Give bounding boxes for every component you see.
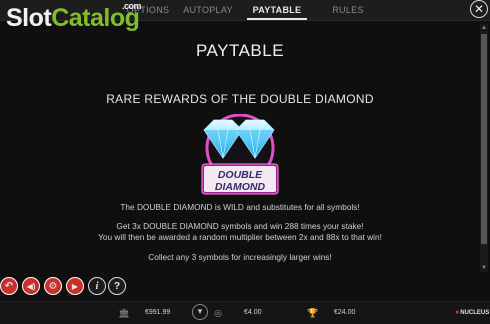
win-value: €24.00 [334,309,356,316]
bank-icon: 🏛 [118,308,130,318]
chevron-down-icon: ▼ [196,307,204,316]
back-button[interactable]: ↶ [0,277,18,295]
close-icon: ✕ [473,2,485,16]
back-icon: ↶ [4,280,14,292]
symbol-label-line1: DOUBLE [218,169,263,181]
brand-logo: ●NUCLEUS [455,302,489,324]
section-title: RARE REWARDS OF THE DOUBLE DIAMOND [106,92,374,106]
sound-button[interactable]: ◀) [22,277,40,295]
watermark-logo: SlotCatalog .com [6,2,142,32]
double-diamond-icon: DOUBLE DIAMOND [201,113,279,195]
watermark-suffix: .com [122,1,142,11]
sound-icon: ◀) [26,281,36,291]
tab-autoplay[interactable]: AUTOPLAY [178,0,238,20]
paytable-line-3: You will then be awarded a random multip… [98,232,382,242]
play-icon: ▶ [71,281,79,291]
settings-button[interactable]: ⚙ [44,277,62,295]
balance-value: €991.99 [145,309,171,316]
scroll-down-icon[interactable]: ▼ [480,264,488,272]
scroll-thumb[interactable] [481,34,487,244]
paytable-line-4: Collect any 3 symbols for increasingly l… [148,252,332,262]
coins-icon: ◎ [214,308,222,318]
bet-selector-button[interactable]: ▼ [192,304,208,320]
paytable-line-2: Get 3x DOUBLE DIAMOND symbols and win 28… [116,221,364,231]
brand-name: NUCLEUS [460,310,490,316]
tab-paytable[interactable]: PAYTABLE [247,0,307,20]
help-icon: ? [113,280,121,292]
scrollbar[interactable]: ▲ ▼ [480,24,488,272]
symbol-label-line2: DIAMOND [215,181,266,193]
watermark-part1: Slot [6,4,52,32]
brand-dot-icon: ● [455,309,460,316]
tab-rules[interactable]: RULES [318,0,378,20]
help-button[interactable]: ? [108,277,126,295]
bottom-info-bar: 🏛 €991.99 ▼ ◎ €4.00 🏆 €24.00 ●NUCLEUS [0,301,490,324]
bet-value: €4.00 [244,309,262,316]
scroll-up-icon[interactable]: ▲ [480,24,488,32]
double-diamond-symbol: DOUBLE DIAMOND [192,113,288,196]
play-button[interactable]: ▶ [66,277,84,295]
gear-icon: ⚙ [48,280,58,292]
page-title: PAYTABLE [195,41,285,60]
close-button[interactable]: ✕ [470,0,488,18]
paytable-line-1: The DOUBLE DIAMOND is WILD and substitut… [120,202,360,212]
trophy-icon: 🏆 [307,308,319,318]
info-button[interactable]: i [88,277,106,295]
info-icon: i [95,280,99,292]
control-strip: ↶ ◀) ⚙ ▶ i ? [0,275,490,301]
